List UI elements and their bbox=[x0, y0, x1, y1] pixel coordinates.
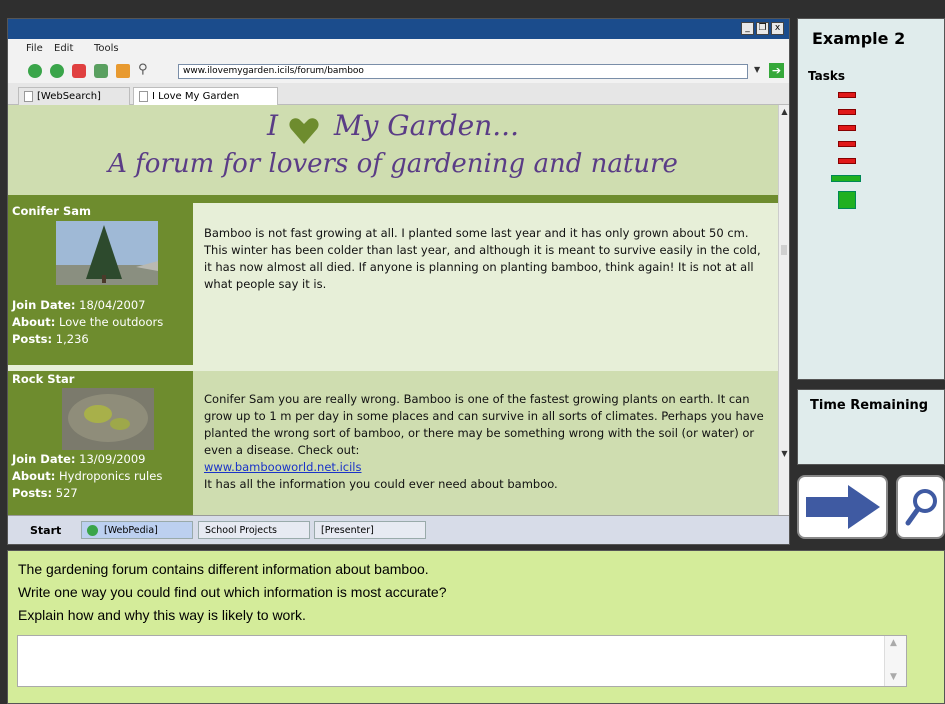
upcoming-task-indicator bbox=[838, 191, 856, 209]
post-author-sidebar: Conifer Sam Join Date: 18/04/2007 About:… bbox=[8, 203, 193, 365]
menu-tools[interactable]: Tools bbox=[94, 43, 119, 54]
tasks-panel: Example 2 Tasks bbox=[797, 18, 945, 380]
minimize-button[interactable]: _ bbox=[741, 22, 754, 35]
scroll-thumb[interactable] bbox=[781, 245, 787, 255]
join-date-value: 13/09/2009 bbox=[79, 452, 146, 466]
posts-count: 527 bbox=[55, 486, 78, 500]
forum-banner: I My Garden... A forum for lovers of gar… bbox=[8, 105, 778, 195]
bambooworld-link[interactable]: www.bambooworld.net.icils bbox=[204, 460, 362, 474]
start-button[interactable]: Start bbox=[30, 524, 61, 537]
tab-i-love-my-garden[interactable]: I Love My Garden bbox=[133, 87, 278, 105]
tab-websearch[interactable]: [WebSearch] bbox=[18, 87, 130, 105]
taskbar-item-presenter[interactable]: [Presenter] bbox=[314, 521, 426, 539]
post-username[interactable]: Rock Star bbox=[12, 372, 74, 386]
about-value: Love the outdoors bbox=[58, 315, 164, 329]
author-meta: Join Date: 18/04/2007 About: Love the ou… bbox=[12, 297, 172, 348]
globe-icon bbox=[87, 525, 98, 536]
stop-icon[interactable] bbox=[72, 64, 86, 78]
question-line: Write one way you could find out which i… bbox=[18, 584, 447, 600]
posts-label: Posts: bbox=[12, 332, 53, 346]
forum-post: Conifer Sam Join Date: 18/04/2007 About:… bbox=[8, 203, 778, 365]
title-text-i: I bbox=[267, 109, 279, 142]
posts-count: 1,236 bbox=[55, 332, 89, 346]
task-indicator bbox=[838, 141, 856, 147]
page-icon bbox=[139, 91, 148, 102]
scroll-up-icon[interactable]: ▲ bbox=[780, 107, 789, 117]
tab-label: I Love My Garden bbox=[152, 91, 240, 102]
tab-bar: [WebSearch] I Love My Garden bbox=[8, 83, 789, 105]
avatar bbox=[56, 221, 158, 285]
right-arrow-icon bbox=[806, 485, 880, 529]
search-icon[interactable]: ⚲ bbox=[138, 62, 148, 77]
forum-page: I My Garden... A forum for lovers of gar… bbox=[8, 105, 778, 515]
task-indicator bbox=[838, 92, 856, 98]
time-remaining-label: Time Remaining bbox=[810, 398, 929, 413]
scroll-down-icon[interactable]: ▼ bbox=[780, 449, 789, 459]
address-dropdown-icon[interactable]: ▼ bbox=[754, 65, 764, 77]
answer-textarea[interactable] bbox=[17, 635, 907, 687]
question-line: The gardening forum contains different i… bbox=[18, 561, 429, 577]
tab-label: [WebSearch] bbox=[37, 91, 101, 102]
current-task-indicator bbox=[831, 175, 861, 182]
answer-scrollbar[interactable]: ▲ ▼ bbox=[884, 636, 906, 686]
join-date-label: Join Date: bbox=[12, 298, 76, 312]
post-author-sidebar: Rock Star Join Date: 13/09/2009 About: H… bbox=[8, 371, 193, 515]
heart-icon bbox=[289, 118, 319, 144]
question-line: Explain how and why this way is likely t… bbox=[18, 607, 306, 623]
taskbar-item-label: [WebPedia] bbox=[104, 525, 158, 536]
about-label: About: bbox=[12, 315, 56, 329]
page-icon bbox=[24, 91, 33, 102]
menu-file[interactable]: File bbox=[26, 43, 43, 54]
scroll-down-icon[interactable]: ▼ bbox=[890, 672, 897, 682]
home-icon[interactable] bbox=[116, 64, 130, 78]
address-bar[interactable]: www.ilovemygarden.icils/forum/bamboo bbox=[178, 64, 748, 79]
taskbar-item-school-projects[interactable]: School Projects bbox=[198, 521, 310, 539]
join-date-value: 18/04/2007 bbox=[79, 298, 146, 312]
search-button[interactable] bbox=[896, 475, 945, 539]
join-date-label: Join Date: bbox=[12, 452, 76, 466]
browser-titlebar: _ ❐ x bbox=[8, 19, 789, 39]
close-button[interactable]: x bbox=[771, 22, 784, 35]
next-button[interactable] bbox=[797, 475, 888, 539]
menu-edit[interactable]: Edit bbox=[54, 43, 73, 54]
maximize-button[interactable]: ❐ bbox=[756, 22, 769, 35]
go-icon[interactable]: ➔ bbox=[769, 63, 784, 78]
post-message-end: It has all the information you could eve… bbox=[204, 477, 558, 491]
author-meta: Join Date: 13/09/2009 About: Hydroponics… bbox=[12, 451, 172, 502]
task-indicator bbox=[838, 125, 856, 131]
scroll-up-icon[interactable]: ▲ bbox=[890, 638, 897, 648]
time-panel: Time Remaining bbox=[797, 389, 945, 465]
example-title: Example 2 bbox=[812, 29, 906, 48]
post-message-text: Conifer Sam you are really wrong. Bamboo… bbox=[204, 392, 764, 457]
page-scrollbar[interactable]: ▲ ▼ bbox=[778, 105, 789, 515]
taskbar-item-webpedia[interactable]: [WebPedia] bbox=[81, 521, 193, 539]
tasks-label: Tasks bbox=[808, 69, 846, 83]
refresh-icon[interactable] bbox=[94, 64, 108, 78]
about-value: Hydroponics rules bbox=[58, 469, 163, 483]
post-message: Bamboo is not fast growing at all. I pla… bbox=[204, 226, 761, 291]
task-indicator bbox=[838, 158, 856, 164]
forum-post: Rock Star Join Date: 13/09/2009 About: H… bbox=[8, 371, 778, 515]
back-icon[interactable] bbox=[28, 64, 42, 78]
title-text-my-garden: My Garden... bbox=[333, 109, 519, 142]
avatar bbox=[62, 388, 154, 450]
browser-window: _ ❐ x File Edit Tools ⚲ www.ilovemygarde… bbox=[7, 18, 790, 545]
navigation-bar: ⚲ www.ilovemygarden.icils/forum/bamboo ▼… bbox=[8, 59, 789, 83]
menu-bar: File Edit Tools bbox=[8, 39, 789, 59]
post-message: Conifer Sam you are really wrong. Bamboo… bbox=[204, 391, 764, 493]
forward-icon[interactable] bbox=[50, 64, 64, 78]
magnifier-icon bbox=[905, 489, 937, 526]
forum-title: I My Garden... bbox=[8, 109, 778, 142]
post-username[interactable]: Conifer Sam bbox=[12, 204, 91, 218]
forum-subtitle: A forum for lovers of gardening and natu… bbox=[108, 149, 678, 179]
taskbar: Start [WebPedia] School Projects [Presen… bbox=[8, 515, 789, 544]
posts-label: Posts: bbox=[12, 486, 53, 500]
about-label: About: bbox=[12, 469, 56, 483]
task-indicator bbox=[838, 109, 856, 115]
banner-divider bbox=[8, 195, 778, 203]
